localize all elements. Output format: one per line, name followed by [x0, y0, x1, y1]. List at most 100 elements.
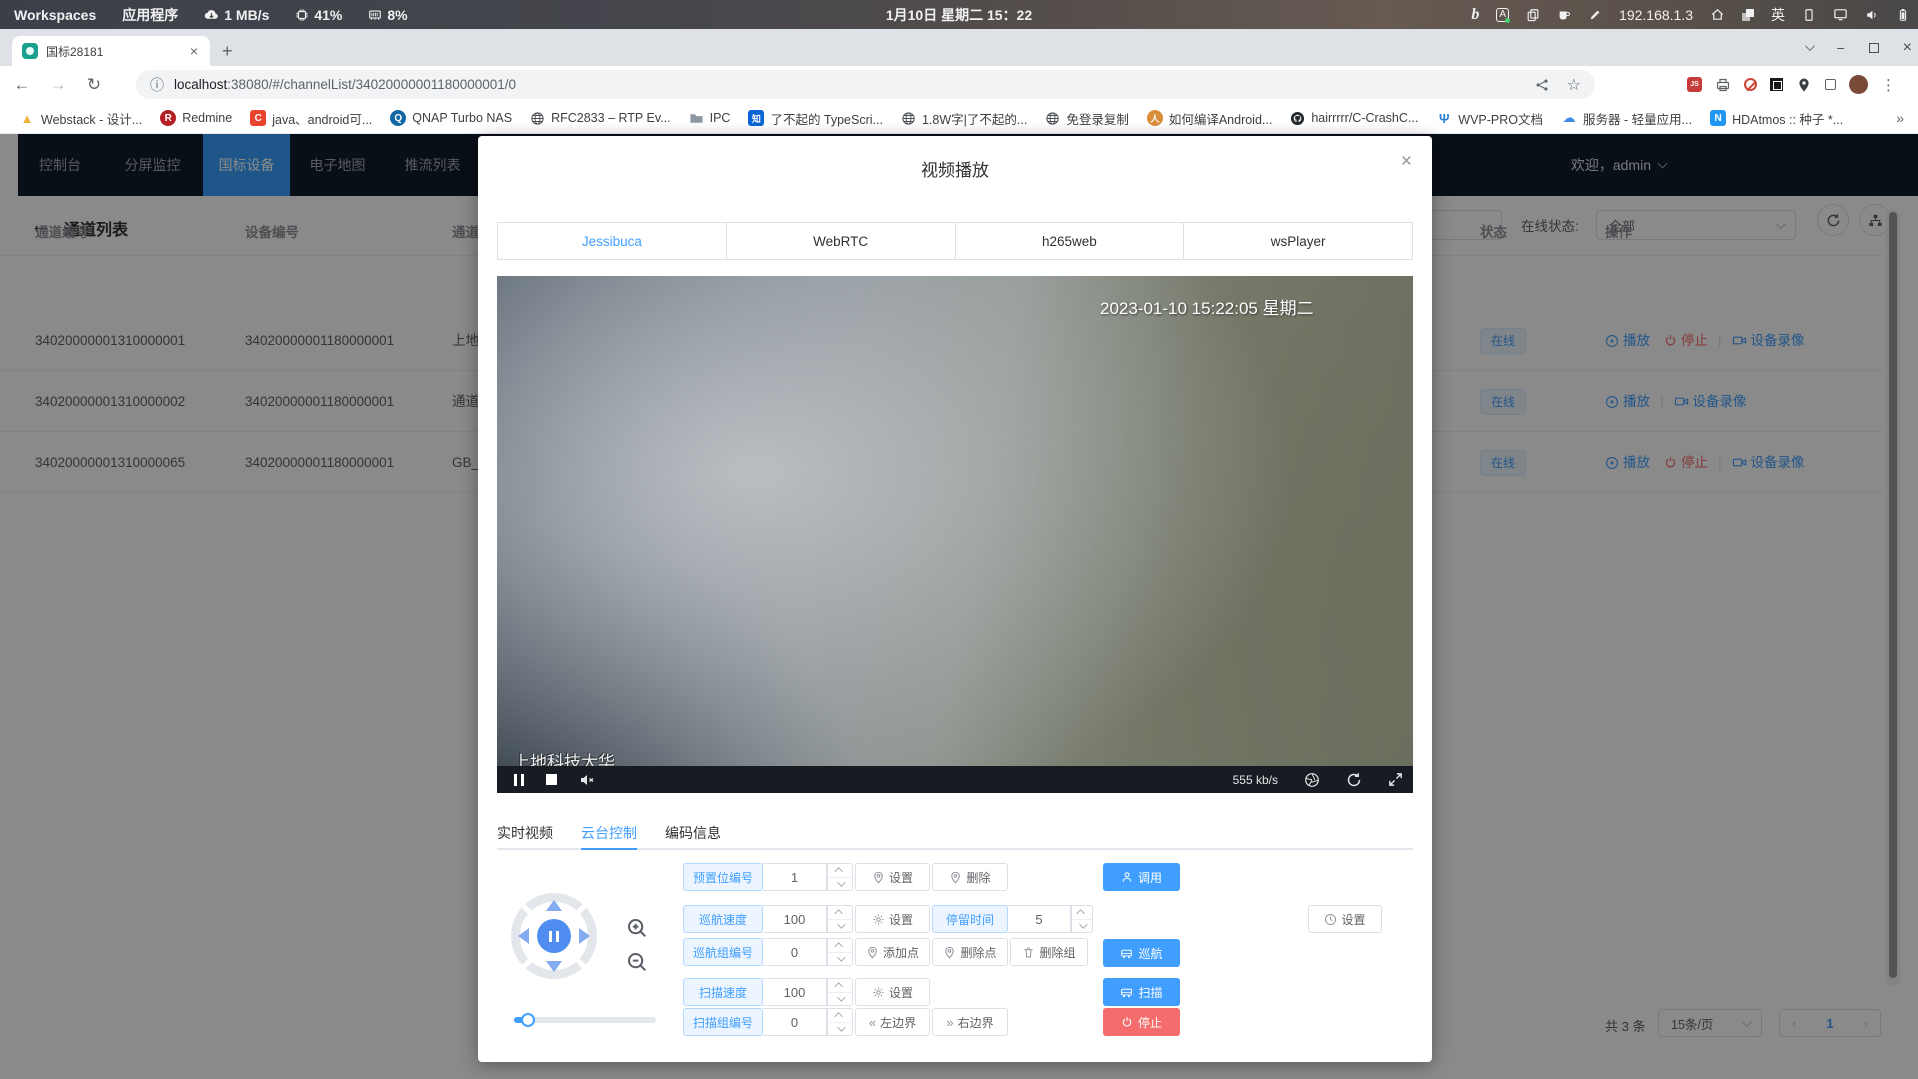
cruise-speed-label[interactable]: 巡航速度	[683, 905, 763, 933]
window-restore-button[interactable]	[1869, 43, 1879, 53]
bookmark-qnap[interactable]: QQNAP Turbo NAS	[383, 107, 519, 129]
ptz-down-button[interactable]	[546, 961, 562, 972]
preset-number-stepper[interactable]	[827, 863, 853, 891]
tab-wsplayer[interactable]: wsPlayer	[1184, 223, 1412, 259]
tab-h265web[interactable]: h265web	[956, 223, 1185, 259]
tab-search-chevron-icon[interactable]	[1805, 41, 1815, 51]
bookmark-star-icon[interactable]: ☆	[1567, 75, 1581, 95]
coffee-tray-icon[interactable]	[1557, 8, 1571, 22]
ptz-stop-button[interactable]: 停止	[1103, 1008, 1180, 1036]
new-tab-button[interactable]: +	[222, 40, 233, 62]
cruise-speed-stepper[interactable]	[827, 905, 853, 933]
bookmark-wvp-pro-docs[interactable]: ΨWVP-PRO文档	[1429, 106, 1550, 131]
stay-time-label[interactable]: 停留时间	[932, 905, 1008, 933]
volume-tray-icon[interactable]	[1865, 8, 1879, 22]
tab-live-video[interactable]: 实时视频	[497, 817, 553, 850]
pen-tray-icon[interactable]	[1588, 8, 1602, 22]
site-info-icon[interactable]: ⓘ	[150, 75, 164, 95]
stay-time-stepper[interactable]	[1071, 905, 1093, 933]
cruise-button[interactable]: 巡航	[1103, 939, 1180, 967]
bookmark-hdatmos[interactable]: NHDAtmos :: 种子 *...	[1703, 106, 1850, 131]
delete-group-button[interactable]: 删除组	[1010, 938, 1088, 966]
window-minimize-button[interactable]: −	[1836, 40, 1844, 56]
browser-reload-button[interactable]: ↻	[76, 75, 112, 95]
ptz-up-button[interactable]	[546, 900, 562, 911]
preset-number-input[interactable]: 1	[763, 863, 827, 891]
profile-avatar[interactable]	[1849, 75, 1868, 94]
workspaces-menu[interactable]: Workspaces	[14, 7, 96, 23]
phone-tray-icon[interactable]	[1802, 8, 1816, 22]
add-point-button[interactable]: 添加点	[855, 938, 930, 966]
bookmark-copy-free[interactable]: 免登录复制	[1038, 106, 1136, 131]
network-speed-indicator[interactable]: 1 MB/s	[204, 7, 269, 23]
preset-call-button[interactable]: 调用	[1103, 863, 1180, 891]
browser-back-button[interactable]: ←	[4, 75, 40, 95]
bookmarks-overflow-chevron[interactable]: »	[1896, 110, 1904, 126]
bookmark-rfc2833[interactable]: RFC2833 – RTP Ev...	[523, 108, 678, 129]
bookmark-zhihu-typescript[interactable]: 知了不起的 TypeScri...	[741, 106, 890, 131]
cruise-speed-input[interactable]: 100	[763, 905, 827, 933]
mute-speaker-icon[interactable]	[579, 772, 595, 788]
tab-ptz-control[interactable]: 云台控制	[581, 817, 637, 850]
input-method-tray-icon[interactable]: A	[1496, 8, 1509, 22]
cruise-speed-set-button[interactable]: 设置	[855, 905, 930, 933]
ip-address-indicator[interactable]: 192.168.1.3	[1619, 7, 1693, 23]
preset-number-label[interactable]: 预置位编号	[683, 863, 763, 891]
scan-group-label[interactable]: 扫描组编号	[683, 1008, 763, 1036]
scan-speed-input[interactable]: 100	[763, 978, 827, 1006]
adblock-extension-icon[interactable]	[1744, 78, 1757, 91]
ptz-center-pause-button[interactable]	[537, 919, 571, 953]
js-extension-icon[interactable]: JS	[1687, 77, 1702, 92]
extensions-icon[interactable]	[1825, 79, 1836, 90]
bookmark-redmine[interactable]: RRedmine	[153, 107, 239, 129]
bookmark-java-android[interactable]: Cjava、android可...	[243, 106, 379, 131]
stay-time-set-button[interactable]: 设置	[1308, 905, 1382, 933]
stop-button[interactable]	[546, 774, 557, 785]
zoom-in-button[interactable]	[624, 915, 650, 941]
display-tray-icon[interactable]	[1833, 7, 1848, 22]
battery-tray-icon[interactable]	[1896, 8, 1910, 22]
cruise-group-input[interactable]: 0	[763, 938, 827, 966]
scan-speed-set-button[interactable]: 设置	[855, 978, 930, 1006]
ptz-right-button[interactable]	[579, 928, 590, 944]
ptz-speed-slider[interactable]	[514, 1017, 656, 1023]
printer-extension-icon[interactable]	[1715, 77, 1731, 93]
address-bar[interactable]: ⓘ localhost:38080/#/channelList/34020000…	[136, 70, 1595, 99]
tab-close-button[interactable]: ×	[188, 43, 200, 59]
browser-menu-icon[interactable]: ⋮	[1881, 76, 1896, 94]
applications-menu[interactable]: 应用程序	[122, 5, 178, 25]
bookmark-cloud-server[interactable]: ☁服务器 - 轻量应用...	[1554, 106, 1699, 131]
bookmark-ipc-folder[interactable]: IPC	[682, 108, 738, 129]
bookmark-18w-zi[interactable]: 1.8W字|了不起的...	[894, 106, 1034, 131]
cruise-group-label[interactable]: 巡航组编号	[683, 938, 763, 966]
pause-button[interactable]	[514, 774, 524, 786]
fullscreen-icon[interactable]	[1388, 772, 1403, 787]
scan-group-input[interactable]: 0	[763, 1008, 827, 1036]
scan-speed-stepper[interactable]	[827, 978, 853, 1006]
share-icon[interactable]	[1535, 78, 1549, 92]
browser-tab[interactable]: 国标28181 ×	[12, 36, 210, 66]
scan-button[interactable]: 扫描	[1103, 978, 1180, 1006]
bookmark-github-crashc[interactable]: hairrrrr/C-CrashC...	[1283, 108, 1425, 129]
home-tray-icon[interactable]	[1710, 7, 1725, 22]
cpu-usage-indicator[interactable]: 41%	[295, 7, 342, 23]
bookmark-compile-android[interactable]: 人如何编译Android...	[1140, 106, 1280, 131]
language-indicator[interactable]: 英	[1771, 5, 1785, 25]
left-boundary-button[interactable]: «左边界	[855, 1008, 930, 1036]
zoom-out-button[interactable]	[624, 949, 650, 975]
tab-jessibuca[interactable]: Jessibuca	[498, 223, 727, 259]
slider-thumb[interactable]	[521, 1013, 535, 1027]
reload-stream-icon[interactable]	[1346, 772, 1362, 788]
scan-speed-label[interactable]: 扫描速度	[683, 978, 763, 1006]
screenshot-extension-icon[interactable]	[1770, 78, 1783, 91]
stay-time-input[interactable]: 5	[1008, 905, 1071, 933]
pin-extension-icon[interactable]	[1796, 77, 1812, 93]
tab-codec-info[interactable]: 编码信息	[665, 817, 721, 850]
window-close-button[interactable]: ×	[1903, 39, 1912, 57]
snapshot-aperture-icon[interactable]	[1304, 772, 1320, 788]
dialog-close-button[interactable]: ×	[1401, 152, 1412, 171]
preset-delete-button[interactable]: 删除	[932, 863, 1008, 891]
ptz-left-button[interactable]	[518, 928, 529, 944]
preset-set-button[interactable]: 设置	[855, 863, 930, 891]
scan-group-stepper[interactable]	[827, 1008, 853, 1036]
